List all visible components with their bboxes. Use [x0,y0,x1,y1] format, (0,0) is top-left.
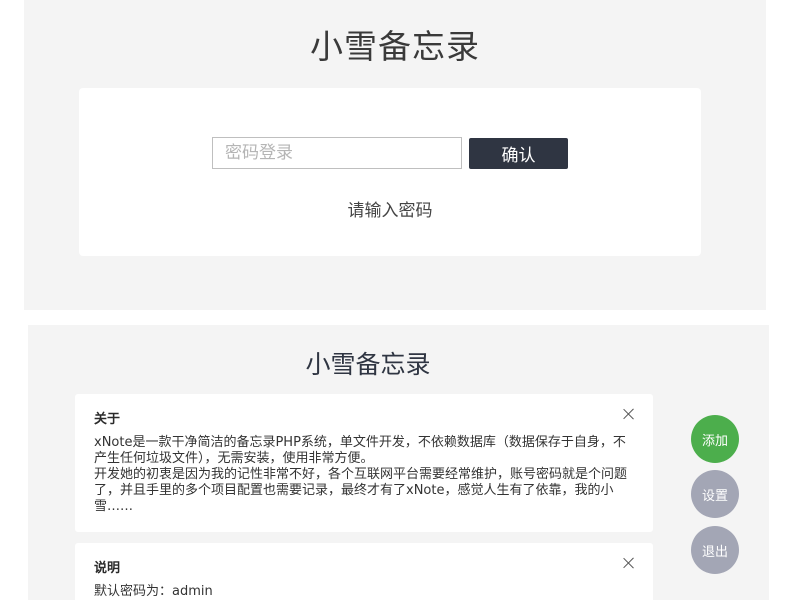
add-button[interactable]: 添加 [691,415,739,463]
note-body: xNote是一款干净简洁的备忘录PHP系统，单文件开发，不依赖数据库（数据保存于… [94,435,628,514]
password-hint: 请输入密码 [347,201,433,221]
notes-page-title: 小雪备忘录 [305,350,431,379]
note-title: 关于 [94,412,121,427]
note-title: 说明 [94,561,121,576]
note-card: 关于 xNote是一款干净简洁的备忘录PHP系统，单文件开发，不依赖数据库（数据… [75,394,653,532]
note-body: 默认密码为：admin [94,584,213,599]
close-icon[interactable] [621,406,637,422]
close-icon[interactable] [621,555,637,571]
login-card: 确认 请输入密码 [79,88,701,256]
login-panel: 小雪备忘录 确认 请输入密码 [24,0,766,310]
note-card: 说明 默认密码为：admin [75,543,653,613]
confirm-button[interactable]: 确认 [469,138,568,169]
password-input[interactable] [212,137,462,169]
login-page-title: 小雪备忘录 [310,27,480,66]
logout-button[interactable]: 退出 [691,526,739,574]
settings-button[interactable]: 设置 [691,470,739,518]
notes-panel: 小雪备忘录 关于 xNote是一款干净简洁的备忘录PHP系统，单文件开发，不依赖… [28,325,769,613]
